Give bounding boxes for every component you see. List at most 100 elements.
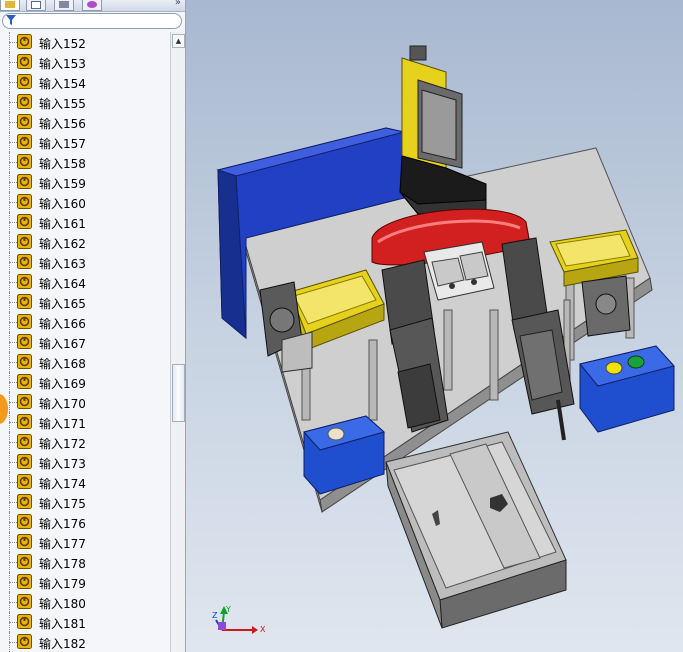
part-input-icon bbox=[17, 414, 32, 429]
collection-drawer bbox=[385, 431, 567, 629]
scroll-up-button[interactable]: ▲ bbox=[172, 34, 185, 48]
part-input-icon bbox=[17, 274, 32, 289]
tree-item[interactable]: 输入167 bbox=[0, 332, 170, 352]
tree-guide-line bbox=[9, 422, 17, 423]
tree-guide-line bbox=[9, 342, 17, 343]
tree-item-label: 输入163 bbox=[39, 257, 86, 271]
feature-tree-panel: » 输入152 输入153 输入154 输入155 输入156 输入157 输入158 输入1… bbox=[0, 0, 186, 652]
tree-item-label: 输入179 bbox=[39, 577, 86, 591]
tree-guide-line bbox=[9, 282, 17, 283]
part-input-icon bbox=[17, 494, 32, 509]
part-input-icon bbox=[17, 534, 32, 549]
tree-item[interactable]: 输入153 bbox=[0, 52, 170, 72]
coordinate-triad: X Y Z bbox=[212, 605, 266, 634]
tree-item[interactable]: 输入164 bbox=[0, 272, 170, 292]
tree-item[interactable]: 输入175 bbox=[0, 492, 170, 512]
property-manager-tab[interactable] bbox=[26, 0, 46, 11]
tree-item-label: 输入155 bbox=[39, 97, 86, 111]
tree-item[interactable]: 输入178 bbox=[0, 552, 170, 572]
tree-item-label: 输入159 bbox=[39, 177, 86, 191]
tree-item[interactable]: 输入180 bbox=[0, 592, 170, 612]
tree-item[interactable]: 输入159 bbox=[0, 172, 170, 192]
part-input-icon bbox=[17, 34, 32, 49]
tree-guide-line bbox=[9, 122, 17, 123]
tree-item[interactable]: 输入177 bbox=[0, 532, 170, 552]
part-input-icon bbox=[17, 574, 32, 589]
tree-item[interactable]: 输入169 bbox=[0, 372, 170, 392]
tree-item-label: 输入152 bbox=[39, 37, 86, 51]
tree-item[interactable]: 输入156 bbox=[0, 112, 170, 132]
right-drive-unit bbox=[581, 275, 631, 337]
triad-y-label: Y bbox=[225, 605, 231, 614]
tree-item-label: 输入169 bbox=[39, 377, 86, 391]
tree-item[interactable]: 输入166 bbox=[0, 312, 170, 332]
tree-guide-line bbox=[9, 622, 17, 623]
part-input-icon bbox=[17, 174, 32, 189]
tree-item[interactable]: 输入155 bbox=[0, 92, 170, 112]
part-input-icon bbox=[17, 474, 32, 489]
tree-guide-line bbox=[9, 462, 17, 463]
tree-guide-line bbox=[9, 602, 17, 603]
tree-item-label: 输入162 bbox=[39, 237, 86, 251]
tree-item[interactable]: 输入173 bbox=[0, 452, 170, 472]
tree-item-label: 输入171 bbox=[39, 417, 86, 431]
tree-item-label: 输入165 bbox=[39, 297, 86, 311]
tree-guide-line bbox=[9, 502, 17, 503]
more-tabs-button[interactable]: » bbox=[175, 0, 181, 8]
part-input-icon bbox=[17, 54, 32, 69]
tree-item[interactable]: 输入179 bbox=[0, 572, 170, 592]
feature-tree: 输入152 输入153 输入154 输入155 输入156 输入157 输入158 输入159… bbox=[0, 32, 170, 652]
tree-guide-line bbox=[9, 382, 17, 383]
part-input-icon bbox=[17, 434, 32, 449]
part-input-icon bbox=[17, 334, 32, 349]
tree-item-label: 输入173 bbox=[39, 457, 86, 471]
part-input-icon bbox=[17, 214, 32, 229]
tree-item[interactable]: 输入174 bbox=[0, 472, 170, 492]
configuration-manager-tab[interactable] bbox=[54, 0, 74, 11]
triad-x-label: X bbox=[260, 625, 266, 634]
tree-item-label: 输入158 bbox=[39, 157, 86, 171]
tree-guide-line bbox=[9, 402, 17, 403]
tree-item-label: 输入168 bbox=[39, 357, 86, 371]
filter-icon[interactable] bbox=[6, 15, 16, 25]
vertical-actuator bbox=[399, 45, 487, 215]
tree-item[interactable]: 输入182 bbox=[0, 632, 170, 652]
tree-item[interactable]: 输入176 bbox=[0, 512, 170, 532]
tree-item[interactable]: 输入181 bbox=[0, 612, 170, 632]
tree-guide-line bbox=[9, 362, 17, 363]
tree-guide-line bbox=[9, 182, 17, 183]
tree-item[interactable]: 输入163 bbox=[0, 252, 170, 272]
graphics-viewport[interactable]: X Y Z bbox=[186, 0, 683, 652]
tree-guide-line bbox=[9, 162, 17, 163]
tree-item[interactable]: 输入157 bbox=[0, 132, 170, 152]
display-manager-tab[interactable] bbox=[82, 0, 102, 11]
tree-guide-line bbox=[9, 302, 17, 303]
tree-guide-line bbox=[9, 222, 17, 223]
tree-guide-line bbox=[9, 322, 17, 323]
tree-item[interactable]: 输入165 bbox=[0, 292, 170, 312]
part-input-icon bbox=[17, 614, 32, 629]
tree-item[interactable]: 输入160 bbox=[0, 192, 170, 212]
part-input-icon bbox=[17, 194, 32, 209]
assembly-model[interactable]: X Y Z bbox=[186, 0, 683, 652]
feature-manager-tab[interactable] bbox=[0, 0, 20, 11]
part-input-icon bbox=[17, 234, 32, 249]
tree-item-label: 输入176 bbox=[39, 517, 86, 531]
tree-item[interactable]: 输入158 bbox=[0, 152, 170, 172]
tree-item-label: 输入181 bbox=[39, 617, 86, 631]
tree-item[interactable]: 输入172 bbox=[0, 432, 170, 452]
tree-item[interactable]: 输入154 bbox=[0, 72, 170, 92]
tree-item[interactable]: 输入161 bbox=[0, 212, 170, 232]
tree-scrollbar[interactable]: ▲ bbox=[170, 32, 185, 652]
scroll-thumb[interactable] bbox=[172, 364, 185, 422]
tree-item[interactable]: 输入170 bbox=[0, 392, 170, 412]
part-input-icon bbox=[17, 354, 32, 369]
tree-item[interactable]: 输入168 bbox=[0, 352, 170, 372]
part-input-icon bbox=[17, 134, 32, 149]
tree-item[interactable]: 输入171 bbox=[0, 412, 170, 432]
filter-input[interactable] bbox=[2, 13, 182, 29]
tree-item[interactable]: 输入152 bbox=[0, 32, 170, 52]
tree-item[interactable]: 输入162 bbox=[0, 232, 170, 252]
right-button-box bbox=[579, 345, 675, 433]
tree-guide-line bbox=[9, 562, 17, 563]
